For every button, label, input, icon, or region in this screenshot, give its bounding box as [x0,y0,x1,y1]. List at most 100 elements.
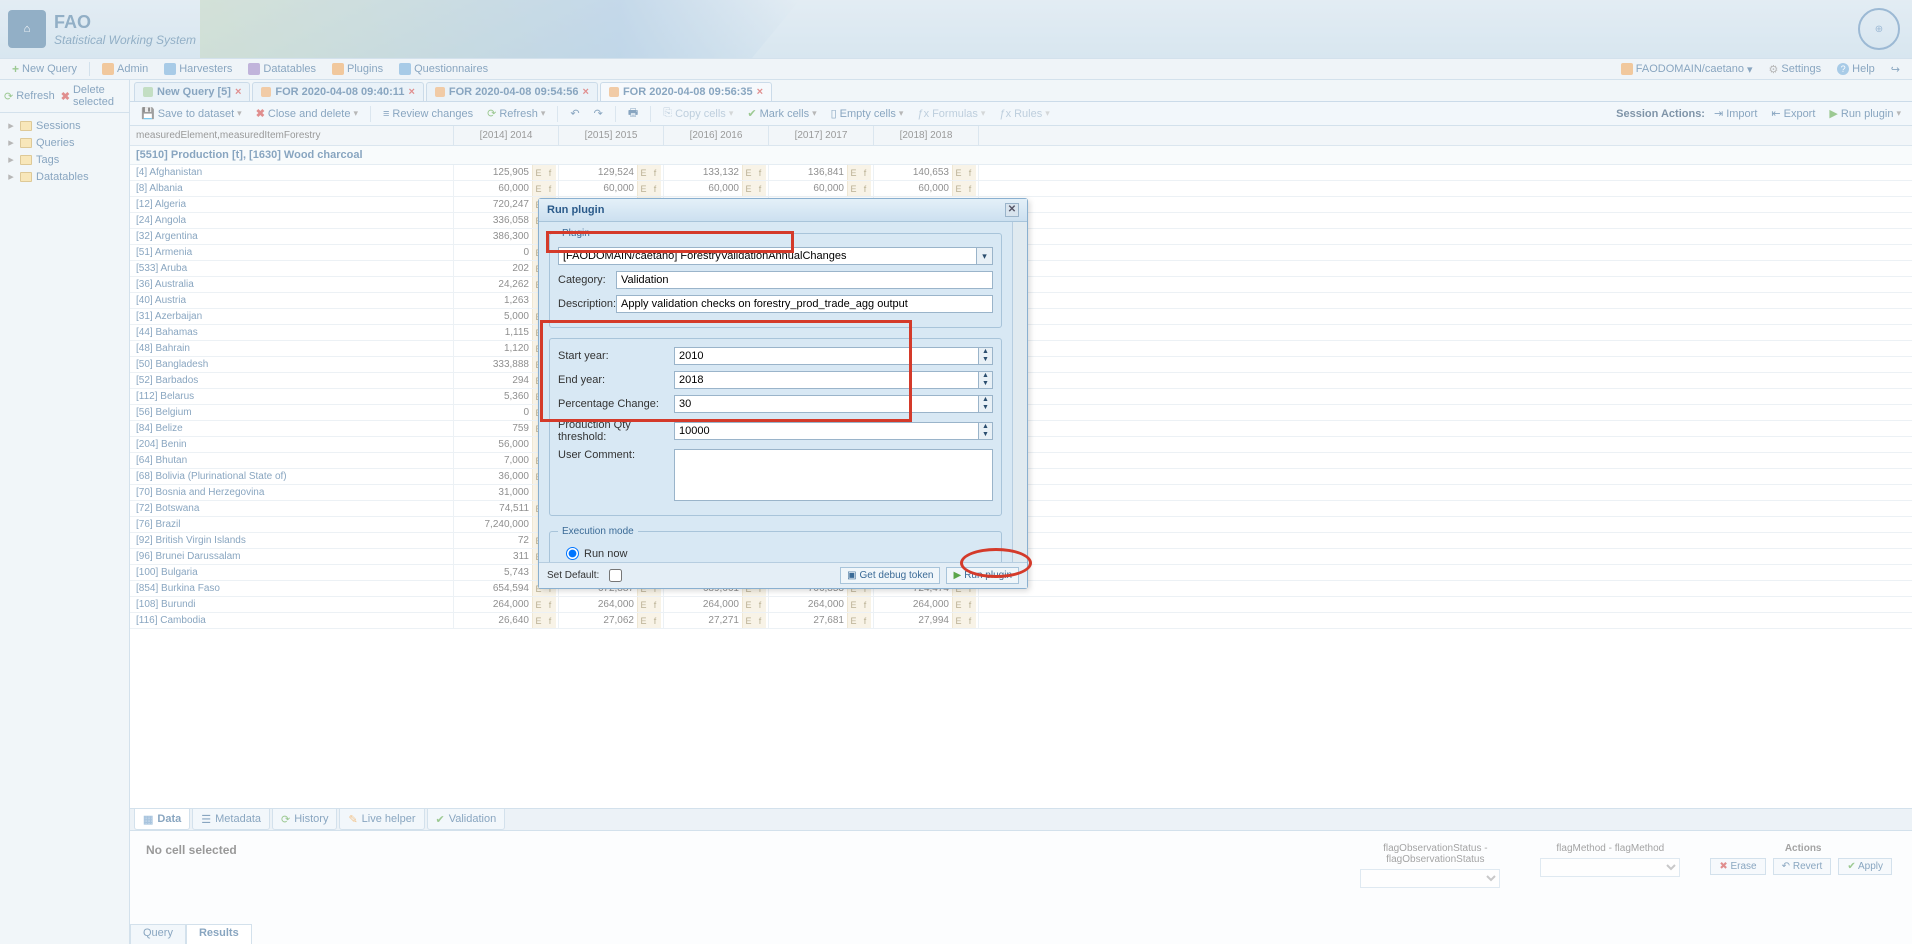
review-changes-button[interactable]: ≡Review changes [378,108,478,120]
empty-cells-button[interactable]: ▯Empty cells [826,107,909,120]
tab-close-icon[interactable]: × [408,86,414,98]
run-plugin-toolbar-button[interactable]: ▶Run plugin [1824,107,1906,120]
start-year-input[interactable] [674,347,979,365]
tab-close-icon[interactable]: × [583,86,589,98]
erase-button[interactable]: ✖ Erase [1710,858,1765,875]
data-cell[interactable]: 60,000Ef [769,181,874,196]
tab-data[interactable]: ▦Data [134,809,190,830]
data-cell[interactable]: 60,000Ef [874,181,979,196]
data-cell[interactable]: 60,000Ef [559,181,664,196]
session-tab[interactable]: FOR 2020-04-08 09:54:56× [426,82,598,101]
admin-menu[interactable]: Admin [96,63,154,75]
help-menu[interactable]: ?Help [1831,63,1881,75]
refresh-button[interactable]: ⟳Refresh [4,84,55,108]
settings-menu[interactable]: ⚙Settings [1763,63,1828,76]
data-cell[interactable]: 264,000Ef [769,597,874,612]
start-year-spinner[interactable]: ▲▼ [979,347,993,365]
prod-qty-input[interactable] [674,422,979,440]
data-cell[interactable]: 264,000Ef [874,597,979,612]
save-to-dataset-button[interactable]: 💾Save to dataset [136,107,247,120]
column-header[interactable]: [2014] 2014 [454,126,559,145]
questionnaires-icon [399,63,411,75]
data-cell[interactable]: 264,000Ef [664,597,769,612]
data-cell[interactable]: 60,000Ef [454,181,559,196]
harvesters-menu[interactable]: Harvesters [158,63,238,75]
apply-button[interactable]: ✔ Apply [1838,858,1892,875]
column-header[interactable]: [2016] 2016 [664,126,769,145]
column-header[interactable]: [2018] 2018 [874,126,979,145]
data-cell[interactable]: 27,271Ef [664,613,769,628]
data-cell[interactable]: 27,994Ef [874,613,979,628]
dialog-scrollbar[interactable] [1012,222,1027,562]
plugin-select-input[interactable] [558,247,977,265]
table-row[interactable]: [8] Albania60,000Ef60,000Ef60,000Ef60,00… [130,181,1912,197]
formulas-button[interactable]: ƒxFormulas [912,108,990,120]
end-year-spinner[interactable]: ▲▼ [979,371,993,389]
column-header[interactable]: [2015] 2015 [559,126,664,145]
new-query-menu[interactable]: +New Query [6,62,83,76]
run-plugin-button[interactable]: ▶Run plugin [946,567,1019,584]
table-row[interactable]: [4] Afghanistan125,905Ef129,524Ef133,132… [130,165,1912,181]
tab-validation[interactable]: ✔Validation [427,809,506,830]
data-cell[interactable]: 60,000Ef [664,181,769,196]
copy-cells-button[interactable]: ⎘Copy cells [658,107,738,120]
data-cell[interactable]: 140,653Ef [874,165,979,180]
run-now-radio[interactable] [566,547,579,560]
plugin-dropdown-arrow[interactable]: ▾ [977,247,993,265]
prod-qty-spinner[interactable]: ▲▼ [979,422,993,440]
redo-icon: ↷ [594,107,603,120]
column-header[interactable]: [2017] 2017 [769,126,874,145]
user-menu[interactable]: FAODOMAIN/caetano ▾ [1615,63,1759,76]
print-button[interactable]: 🖶 [623,104,643,123]
import-button[interactable]: ⇥Import [1709,107,1762,120]
data-cell[interactable]: 27,681Ef [769,613,874,628]
plugins-menu[interactable]: Plugins [326,63,389,75]
dialog-close-button[interactable]: ✕ [1005,203,1019,217]
tree-node[interactable]: ▸Datatables [6,168,123,185]
data-cell[interactable]: 129,524Ef [559,165,664,180]
header-org: FAO [54,12,196,33]
tab-history[interactable]: ⟳History [272,809,337,830]
end-year-input[interactable] [674,371,979,389]
footer-tab-query[interactable]: Query [130,924,186,944]
pct-change-spinner[interactable]: ▲▼ [979,395,993,413]
refresh-session-button[interactable]: ⟳Refresh [482,107,550,120]
pct-change-input[interactable] [674,395,979,413]
data-cell[interactable]: 26,640Ef [454,613,559,628]
set-default-checkbox[interactable] [609,569,622,582]
session-tab[interactable]: FOR 2020-04-08 09:40:11× [252,82,423,101]
session-tab[interactable]: New Query [5]× [134,82,250,101]
table-row[interactable]: [108] Burundi264,000Ef264,000Ef264,000Ef… [130,597,1912,613]
session-tab[interactable]: FOR 2020-04-08 09:56:35× [600,82,772,101]
tab-metadata[interactable]: ☰Metadata [192,809,270,830]
tab-live-helper[interactable]: ✎Live helper [339,809,424,830]
revert-button[interactable]: ↶ Revert [1773,858,1832,875]
tab-close-icon[interactable]: × [757,86,763,98]
data-cell[interactable]: 27,062Ef [559,613,664,628]
undo-button[interactable]: ↶ [565,107,584,120]
flag-method-select[interactable] [1540,858,1680,877]
user-comment-input[interactable] [674,449,993,501]
logout-button[interactable]: ↪ [1885,63,1906,76]
datatables-menu[interactable]: Datatables [242,63,322,75]
rules-button[interactable]: ƒxRules [994,108,1054,120]
delete-selected-button[interactable]: ✖Delete selected [61,84,125,108]
redo-button[interactable]: ↷ [589,107,608,120]
tree-node[interactable]: ▸Tags [6,151,123,168]
tab-close-icon[interactable]: × [235,86,241,98]
data-cell[interactable]: 264,000Ef [559,597,664,612]
data-cell[interactable]: 264,000Ef [454,597,559,612]
table-row[interactable]: [116] Cambodia26,640Ef27,062Ef27,271Ef27… [130,613,1912,629]
data-cell[interactable]: 133,132Ef [664,165,769,180]
get-debug-token-button[interactable]: ▣Get debug token [840,567,940,584]
export-button[interactable]: ⇤Export [1766,107,1820,120]
flag-obs-select[interactable] [1360,869,1500,888]
questionnaires-menu[interactable]: Questionnaires [393,63,494,75]
close-and-delete-button[interactable]: ✖Close and delete [251,107,363,120]
footer-tab-results[interactable]: Results [186,924,252,944]
mark-cells-button[interactable]: ✔Mark cells [742,107,821,120]
tree-node[interactable]: ▸Queries [6,134,123,151]
tree-node[interactable]: ▸Sessions [6,117,123,134]
data-cell[interactable]: 136,841Ef [769,165,874,180]
data-cell[interactable]: 125,905Ef [454,165,559,180]
